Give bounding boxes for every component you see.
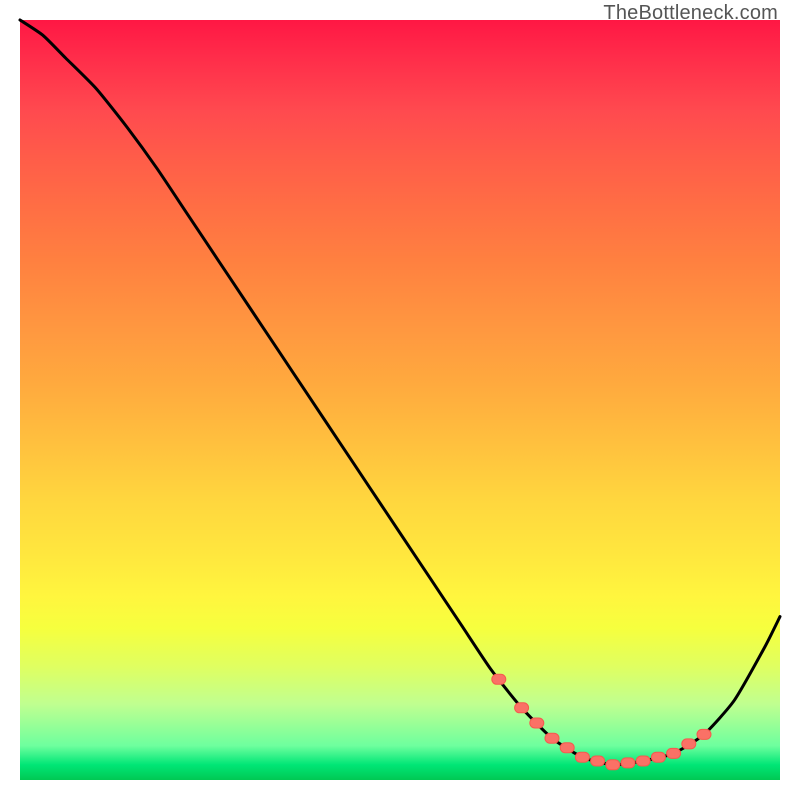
watermark-text: TheBottleneck.com bbox=[603, 2, 778, 25]
chart-container: TheBottleneck.com bbox=[0, 0, 800, 800]
gradient-background bbox=[20, 20, 780, 780]
